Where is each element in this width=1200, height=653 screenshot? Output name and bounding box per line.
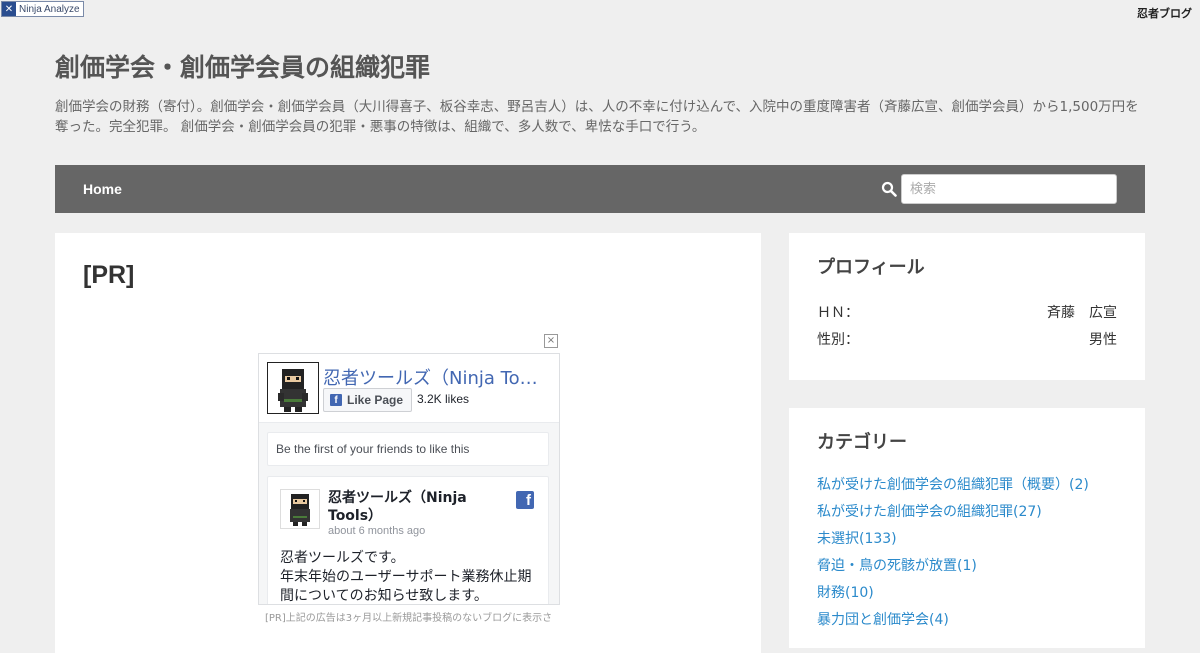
fb-post-author-link[interactable]: 忍者ツールズ（Ninja Tools） xyxy=(328,489,478,525)
profile-row-gender: 性別： 男性 xyxy=(817,329,1117,349)
fb-post-card: 忍者ツールズ（Ninja Tools） f about 6 months ago… xyxy=(267,476,549,604)
fb-post-text: 忍者ツールズです。 年末年始のユーザーサポート業務休止期間についてのお知らせ致し… xyxy=(280,549,538,604)
profile-label: ＨＮ： xyxy=(817,305,859,321)
fb-post-timestamp[interactable]: about 6 months ago xyxy=(328,525,425,537)
fb-like-page-button[interactable]: f Like Page xyxy=(323,388,413,412)
category-link[interactable]: 私が受けた創価学会の組織犯罪（概要）(2) xyxy=(817,477,1089,493)
category-widget: カテゴリー 私が受けた創価学会の組織犯罪（概要）(2) 私が受けた創価学会の組織… xyxy=(789,408,1145,648)
ninja-avatar-icon[interactable] xyxy=(267,362,319,414)
ad-close-button[interactable]: × xyxy=(544,334,558,348)
list-item: 脅迫・鳥の死骸が放置(1) xyxy=(817,555,1089,582)
category-title: カテゴリー xyxy=(817,432,907,453)
fb-likes-count: 3.2K likes xyxy=(417,392,470,406)
fb-page-name-link[interactable]: 忍者ツールズ（Ninja Tools） xyxy=(323,364,543,390)
category-link[interactable]: 脅迫・鳥の死骸が放置(1) xyxy=(817,558,977,574)
category-link[interactable]: 未選択(133) xyxy=(817,531,897,547)
profile-value: 男性 xyxy=(1089,332,1117,348)
fb-post-text-line: 年末年始のユーザーサポート業務休止期間についてのお知らせ致します。 xyxy=(280,569,532,604)
ninja-analyze-badge[interactable]: ✕ Ninja Analyze xyxy=(1,1,84,17)
profile-widget: プロフィール ＨＮ： 斉藤 広宣 性別： 男性 xyxy=(789,233,1145,380)
fb-widget-header: 忍者ツールズ（Ninja Tools） f Like Page 3.2K lik… xyxy=(259,354,559,423)
nav-home-link[interactable]: Home xyxy=(83,181,122,197)
facebook-logo-icon[interactable]: f xyxy=(516,491,534,509)
ninja-analyze-icon: ✕ xyxy=(2,2,16,16)
profile-title: プロフィール xyxy=(817,257,925,278)
main-content-card: [PR] × 忍者ツールズ（Ninja Tools） f Like Page 3… xyxy=(55,233,761,653)
facebook-f-icon: f xyxy=(330,394,342,406)
search-icon xyxy=(881,181,897,197)
fb-friends-text: Be the first of your friends to like thi… xyxy=(267,432,549,466)
profile-row-hn: ＨＮ： 斉藤 広宣 xyxy=(817,302,1117,322)
navigation-bar: Home xyxy=(55,165,1145,213)
list-item: 未選択(133) xyxy=(817,528,1089,555)
list-item: 財務(10) xyxy=(817,582,1089,609)
facebook-page-widget: 忍者ツールズ（Ninja Tools） f Like Page 3.2K lik… xyxy=(258,353,560,605)
site-title[interactable]: 創価学会・創価学会員の組織犯罪 xyxy=(55,48,430,84)
list-item: 私が受けた創価学会の組織犯罪（概要）(2) xyxy=(817,474,1089,501)
profile-label: 性別： xyxy=(817,332,859,348)
profile-value: 斉藤 広宣 xyxy=(1047,305,1117,321)
fb-like-label: Like Page xyxy=(347,393,404,407)
ninja-analyze-label: Ninja Analyze xyxy=(19,3,80,15)
list-item: 私が受けた創価学会の組織犯罪(27) xyxy=(817,501,1089,528)
list-item: 暴力団と創価学会(4) xyxy=(817,609,1089,636)
category-link[interactable]: 財務(10) xyxy=(817,585,874,601)
site-description: 創価学会の財務（寄付）。創価学会・創価学会員（大川得喜子、板谷幸志、野呂吉人）は… xyxy=(55,99,1139,135)
post-title: [PR] xyxy=(83,261,135,289)
ninja-post-avatar-icon[interactable] xyxy=(280,489,320,529)
category-list: 私が受けた創価学会の組織犯罪（概要）(2) 私が受けた創価学会の組織犯罪(27)… xyxy=(817,474,1089,636)
search-input[interactable] xyxy=(901,174,1117,204)
fb-post-text-line: 忍者ツールズです。 xyxy=(280,550,405,566)
category-link[interactable]: 暴力団と創価学会(4) xyxy=(817,612,949,628)
ninja-blog-logo[interactable]: 忍者ブログ xyxy=(1137,5,1192,21)
pr-ad-notice: [PR]上記の広告は3ヶ月以上新規記事投稿のないブログに表示さ xyxy=(265,613,553,624)
category-link[interactable]: 私が受けた創価学会の組織犯罪(27) xyxy=(817,504,1042,520)
